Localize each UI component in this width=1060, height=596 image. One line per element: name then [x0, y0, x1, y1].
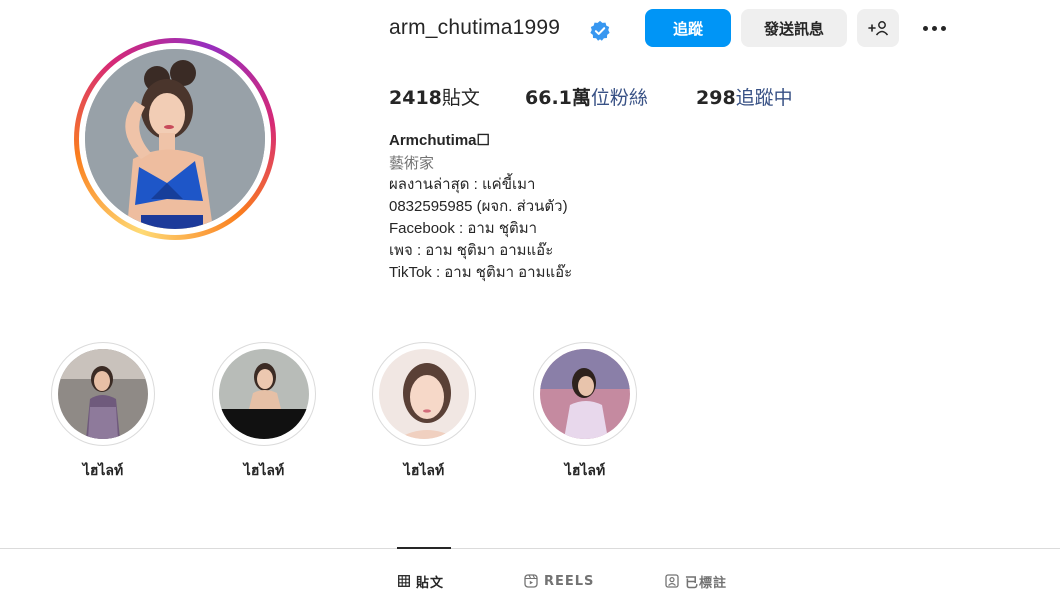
tab-tagged-label: 已標註 [685, 575, 728, 591]
profile-username: arm_chutima1999 [389, 16, 561, 39]
highlight-image [540, 349, 630, 439]
follow-button[interactable]: 追蹤 [645, 9, 731, 47]
highlight-cover [540, 349, 630, 439]
bio-line: TikTok : อาม ชุติมา อามแอ๊ะ [389, 264, 573, 281]
bio-category: 藝術家 [389, 154, 435, 172]
message-button[interactable]: 發送訊息 [741, 9, 847, 47]
bio-line: Facebook : อาม ชุติมา [389, 220, 538, 237]
followers-count-stat[interactable]: 66.1萬位粉絲 [525, 83, 648, 110]
bio-full-name: Armchutima☐ [389, 132, 490, 149]
bio-line: เพจ : อาม ชุติมา อามแอ๊ะ [389, 242, 554, 259]
avatar-image [85, 49, 265, 229]
following-count-stat[interactable]: 298追蹤中 [696, 83, 793, 110]
highlight-cover [219, 349, 309, 439]
tab-reels-label: REELS [544, 573, 595, 589]
profile-bio: Armchutima☐ 藝術家 ผลงานล่าสุด : แค่ขี้เมา … [389, 130, 809, 284]
highlight-image [58, 349, 148, 439]
verified-badge-icon [590, 20, 610, 41]
highlight-ring [212, 342, 316, 446]
reels-icon [524, 574, 538, 588]
highlight-image [379, 349, 469, 439]
followers-label: 位粉絲 [590, 87, 648, 109]
more-dot [931, 25, 937, 31]
more-dot [940, 25, 946, 31]
highlight-ring [372, 342, 476, 446]
highlight-label: ไฮไลท์ [564, 463, 606, 479]
story-highlight[interactable]: ไฮไลท์ [51, 342, 155, 479]
bio-line: 0832595985 (ผจก. ส่วนตัว) [389, 198, 568, 215]
avatar-photo [85, 49, 265, 229]
profile-avatar[interactable] [74, 38, 276, 240]
posts-count-stat: 2418貼文 [389, 83, 480, 110]
tab-posts[interactable]: 貼文 [398, 572, 445, 591]
more-dot [922, 25, 928, 31]
story-highlight[interactable]: ไฮไลท์ [372, 342, 476, 479]
highlight-ring [51, 342, 155, 446]
tab-posts-label: 貼文 [416, 575, 445, 591]
highlight-label: ไฮไลท์ [82, 463, 124, 479]
add-user-icon [868, 21, 889, 36]
tagged-icon [665, 574, 679, 588]
highlight-label: ไฮไลท์ [243, 463, 285, 479]
highlight-image [219, 349, 309, 439]
highlight-ring [533, 342, 637, 446]
following-count: 298 [696, 87, 736, 109]
suggest-users-button[interactable] [857, 9, 899, 47]
highlight-cover [58, 349, 148, 439]
tab-tagged[interactable]: 已標註 [665, 572, 728, 591]
following-label: 追蹤中 [735, 87, 793, 109]
active-tab-indicator [397, 547, 451, 549]
followers-count: 66.1萬 [525, 87, 591, 109]
grid-icon [398, 575, 410, 587]
story-highlight[interactable]: ไฮไลท์ [212, 342, 316, 479]
story-highlight[interactable]: ไฮไลท์ [533, 342, 637, 479]
highlight-label: ไฮไลท์ [403, 463, 445, 479]
tab-reels[interactable]: REELS [524, 572, 594, 590]
highlight-cover [379, 349, 469, 439]
bio-line: ผลงานล่าสุด : แค่ขี้เมา [389, 176, 536, 193]
more-options-icon[interactable] [914, 14, 954, 42]
posts-label: 貼文 [441, 87, 480, 109]
tabs-divider [0, 548, 1060, 549]
posts-count: 2418 [389, 87, 442, 109]
